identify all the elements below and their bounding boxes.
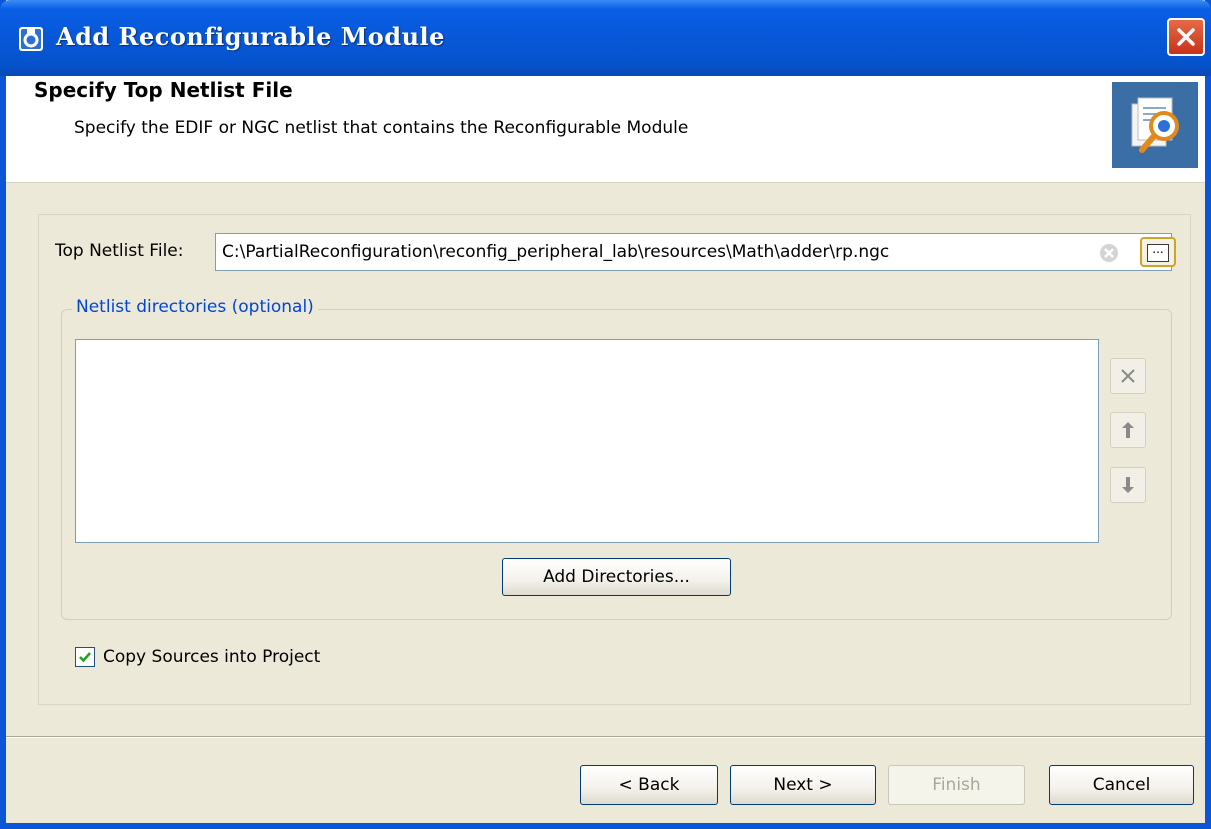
move-up-icon xyxy=(1122,422,1134,438)
page-title: Specify Top Netlist File xyxy=(34,78,293,102)
top-netlist-input[interactable]: C:\PartialReconfiguration\reconfig_perip… xyxy=(215,233,1172,271)
footer-divider xyxy=(6,736,1205,738)
browse-button[interactable]: ... xyxy=(1140,237,1176,267)
wizard-document-icon xyxy=(1112,82,1198,168)
add-directories-button[interactable]: Add Directories... xyxy=(502,558,731,596)
move-down-button[interactable] xyxy=(1110,467,1146,503)
wizard-header: Specify Top Netlist File Specify the EDI… xyxy=(6,76,1205,183)
copy-sources-checkbox[interactable] xyxy=(75,647,95,667)
browse-button-label: ... xyxy=(1147,243,1169,262)
netlist-directories-list[interactable] xyxy=(75,339,1099,543)
netlist-directories-label: Netlist directories (optional) xyxy=(72,297,318,317)
close-icon xyxy=(1177,28,1195,46)
close-button[interactable] xyxy=(1167,18,1205,56)
content-panel: Top Netlist File: C:\PartialReconfigurat… xyxy=(38,214,1191,705)
finish-button[interactable]: Finish xyxy=(888,765,1025,805)
cancel-button[interactable]: Cancel xyxy=(1049,765,1194,805)
remove-icon xyxy=(1121,369,1135,383)
dialog-window: Add Reconfigurable Module Specify Top Ne… xyxy=(0,0,1211,829)
clear-field-icon[interactable] xyxy=(1099,243,1119,263)
copy-sources-label: Copy Sources into Project xyxy=(103,647,321,667)
app-icon xyxy=(19,27,43,51)
next-button[interactable]: Next > xyxy=(730,765,876,805)
copy-sources-row[interactable]: Copy Sources into Project xyxy=(75,647,320,667)
window-title: Add Reconfigurable Module xyxy=(56,22,445,51)
netlist-directories-group: Netlist directories (optional) Add Direc… xyxy=(61,297,1172,620)
checkmark-icon xyxy=(79,652,91,663)
move-down-icon xyxy=(1122,477,1134,493)
title-bar[interactable]: Add Reconfigurable Module xyxy=(0,0,1211,76)
back-button[interactable]: < Back xyxy=(580,765,718,805)
page-subtitle: Specify the EDIF or NGC netlist that con… xyxy=(74,118,689,138)
move-up-button[interactable] xyxy=(1110,412,1146,448)
top-netlist-label: Top Netlist File: xyxy=(55,241,184,261)
remove-directory-button[interactable] xyxy=(1110,358,1146,394)
